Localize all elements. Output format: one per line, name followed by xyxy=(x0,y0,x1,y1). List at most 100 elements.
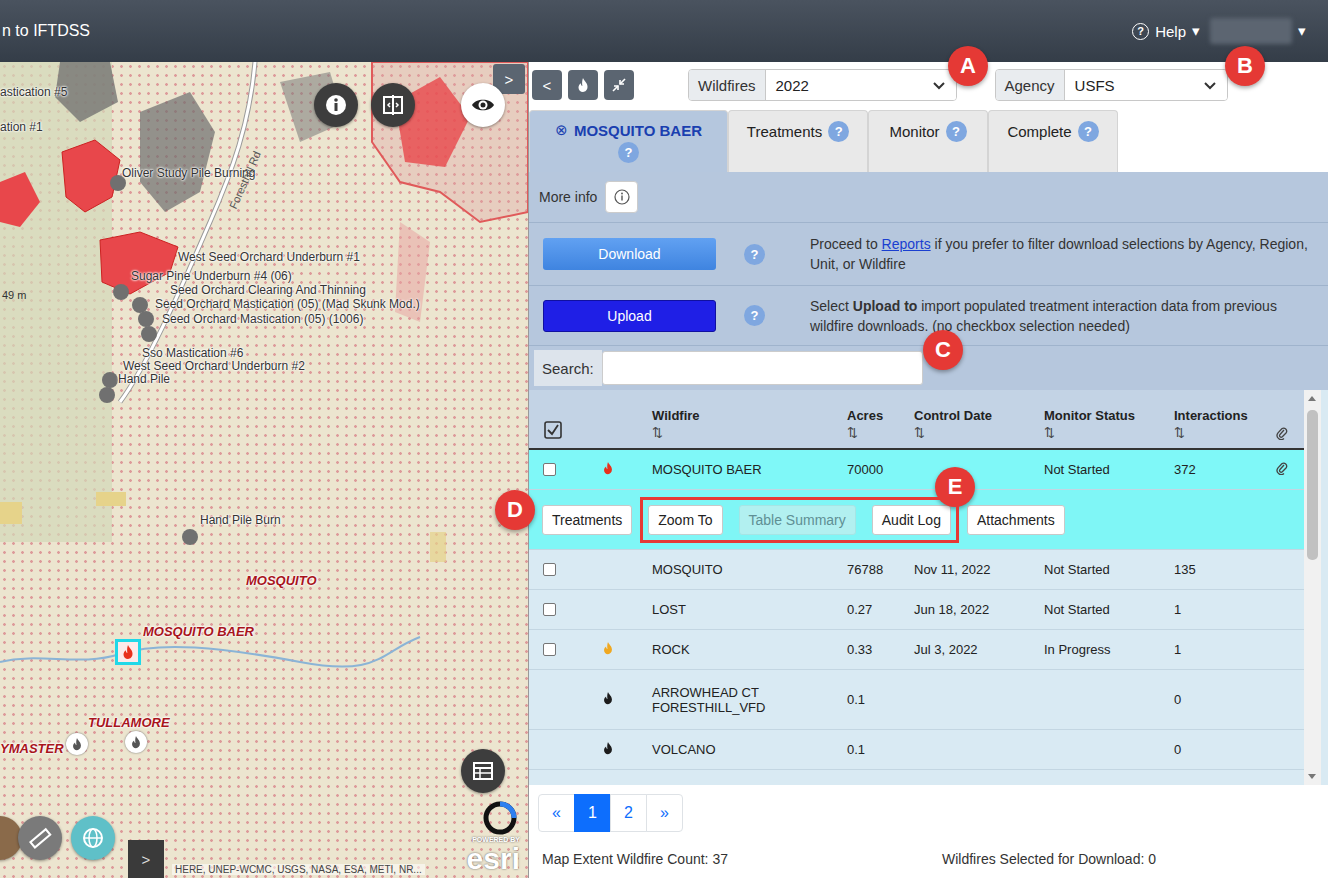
search-input[interactable] xyxy=(602,351,923,385)
swipe-button[interactable] xyxy=(371,83,415,127)
close-icon[interactable]: ⊗ xyxy=(555,121,568,139)
year-value: 2022 xyxy=(776,77,809,94)
help-icon: ? xyxy=(618,142,639,163)
table-row[interactable]: VOLCANO0.10 xyxy=(529,730,1304,770)
app-title: n to IFTDSS xyxy=(0,22,90,40)
table-row[interactable]: MOSQUITO76788Nov 11, 2022Not Started135 xyxy=(529,550,1304,590)
column-label: Acres xyxy=(847,408,896,423)
wildfire-table-wrap: Wildfire⇅Acres⇅Control Date⇅Monitor Stat… xyxy=(529,390,1328,785)
paperclip-icon xyxy=(1276,426,1288,440)
user-name-blurred xyxy=(1210,18,1292,44)
help-icon[interactable]: ? xyxy=(744,244,765,265)
globe-icon xyxy=(81,826,105,850)
table-cell: Jul 3, 2022 xyxy=(904,638,1034,661)
prev-page-button[interactable]: « xyxy=(538,794,575,832)
column-header[interactable]: Acres⇅ xyxy=(837,408,904,448)
treatment-label: West Seed Orchard Underburn #2 xyxy=(123,359,305,373)
more-info-button[interactable] xyxy=(605,181,638,213)
row-action-button[interactable]: Audit Log xyxy=(872,505,951,535)
row-action-button[interactable]: Attachments xyxy=(967,505,1065,535)
tools-expand-button[interactable]: > xyxy=(128,840,164,878)
table-cell: Jun 18, 2022 xyxy=(904,598,1034,621)
collapse-button[interactable] xyxy=(604,70,634,100)
fire-icon-cell xyxy=(579,737,642,762)
action-row: Download?Proceed to Reports if you prefe… xyxy=(529,222,1328,285)
fire-button[interactable] xyxy=(568,70,598,100)
layers-button[interactable] xyxy=(71,816,115,860)
fire-marker[interactable] xyxy=(125,731,147,753)
pagination: «12» xyxy=(529,785,1328,840)
table-row[interactable]: ARROWHEAD CT FORESTHILL_VFD0.10 xyxy=(529,670,1304,730)
table-cell: 372 xyxy=(1164,458,1254,481)
tab-bar: ⊗MOSQUITO BAER?Treatments?Monitor?Comple… xyxy=(529,108,1328,172)
visibility-button[interactable] xyxy=(461,83,505,127)
fire-marker[interactable] xyxy=(66,733,88,755)
column-header[interactable]: Interactions⇅ xyxy=(1164,408,1254,448)
scroll-thumb[interactable] xyxy=(1307,410,1318,560)
page-button[interactable]: 1 xyxy=(574,794,611,832)
ruler-icon xyxy=(28,826,52,850)
scale-label: 49 m xyxy=(2,289,26,301)
column-header[interactable]: Control Date⇅ xyxy=(904,408,1034,448)
row-checkbox[interactable] xyxy=(543,603,556,616)
table-scrollbar[interactable] xyxy=(1304,390,1321,785)
back-button[interactable]: < xyxy=(532,70,562,100)
table-row[interactable]: MOSQUITO BAER70000Not Started372 xyxy=(529,450,1304,490)
row-action-button[interactable]: Treatments xyxy=(542,505,632,535)
scroll-up-arrow xyxy=(1308,396,1316,401)
upload-button[interactable]: Upload xyxy=(543,300,716,332)
attachment-cell xyxy=(1254,457,1304,482)
page-button[interactable]: 2 xyxy=(610,794,647,832)
tab[interactable]: Treatments? xyxy=(728,110,868,172)
info-icon xyxy=(325,94,347,116)
table-button[interactable] xyxy=(461,749,505,793)
checkbox-cell xyxy=(529,599,579,620)
treatment-label: Oliver Study Pile Burning xyxy=(122,166,255,180)
reports-link[interactable]: Reports xyxy=(882,236,931,252)
agency-select[interactable]: AgencyUSFS xyxy=(995,69,1228,101)
column-label: Wildfire xyxy=(652,408,829,423)
column-header[interactable]: Wildfire⇅ xyxy=(642,408,837,448)
sort-icon: ⇅ xyxy=(1044,425,1156,440)
column-header[interactable]: Monitor Status⇅ xyxy=(1034,408,1164,448)
user-menu[interactable]: ▾ xyxy=(1210,18,1306,44)
year-dropdown[interactable]: 2022 xyxy=(766,70,956,100)
tab-label: Treatments xyxy=(747,123,822,140)
table-row[interactable]: ROCK0.33Jul 3, 2022In Progress1 xyxy=(529,630,1304,670)
measure-button[interactable] xyxy=(18,816,62,860)
table-cell: 0 xyxy=(1164,688,1254,711)
select-all-cell xyxy=(529,420,579,448)
help-icon[interactable]: ? xyxy=(744,305,765,326)
help-menu[interactable]: ?Help▾ xyxy=(1132,22,1200,40)
table-cell: 1 xyxy=(1164,638,1254,661)
next-page-button[interactable]: » xyxy=(646,794,683,832)
fire-label: MOSQUITO BAER xyxy=(143,625,254,639)
selected-fire-marker[interactable] xyxy=(115,639,141,665)
checkbox-cell xyxy=(529,639,579,660)
treatment-label: ation #1 xyxy=(0,120,43,134)
top-bar: n to IFTDSS?Help▾▾ xyxy=(0,0,1328,62)
checkbox-cell xyxy=(529,696,579,704)
fire-icon xyxy=(120,644,136,660)
info-button[interactable] xyxy=(314,83,358,127)
chevron-down-icon xyxy=(932,78,946,92)
tab[interactable]: ⊗MOSQUITO BAER? xyxy=(529,110,728,172)
treatment-label: Hand Pile Burn xyxy=(200,513,281,527)
map-extent-count: Map Extent Wildfire Count: 37 xyxy=(542,851,942,867)
map[interactable]: astication #5ation #1Oliver Study Pile B… xyxy=(0,62,528,878)
caret-icon: ▾ xyxy=(1192,22,1200,40)
table-row[interactable]: LOST0.27Jun 18, 2022Not Started1 xyxy=(529,590,1304,630)
table-cell: 0.33 xyxy=(837,638,904,661)
fire-icon-cell xyxy=(579,637,642,662)
row-action-button[interactable]: Zoom To xyxy=(648,505,722,535)
wildfires-year-select[interactable]: Wildfires2022 xyxy=(688,69,957,101)
agency-dropdown[interactable]: USFS xyxy=(1065,70,1227,100)
download-button[interactable]: Download xyxy=(543,238,716,270)
table-cell: 0 xyxy=(1164,738,1254,761)
tab[interactable]: Complete? xyxy=(988,110,1118,172)
row-checkbox[interactable] xyxy=(543,563,556,576)
tab[interactable]: Monitor? xyxy=(868,110,988,172)
row-checkbox[interactable] xyxy=(543,463,556,476)
row-checkbox[interactable] xyxy=(543,643,556,656)
callout-badge: C xyxy=(923,330,963,370)
